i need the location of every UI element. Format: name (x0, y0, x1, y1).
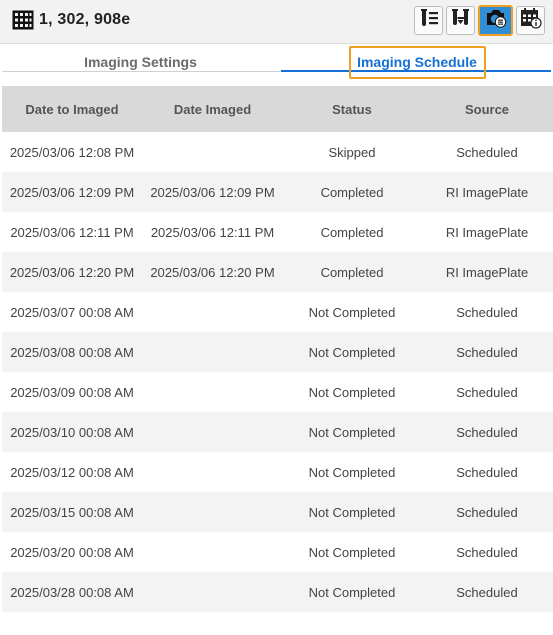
cell-status: Not Completed (308, 384, 396, 400)
plate-title: 1, 302, 908e (39, 11, 131, 28)
cell-status: Completed (320, 184, 384, 200)
calendar-info-icon (520, 7, 542, 34)
cell-date-to-imaged: 2025/03/09 00:08 AM (10, 384, 134, 400)
plate-grid-icon (12, 10, 34, 30)
cell-date-to-imaged: 2025/03/15 00:08 AM (10, 504, 134, 520)
table-row[interactable]: 2025/03/06 12:11 PM 2025/03/06 12:11 PM Co… (2, 212, 553, 252)
cell-status: Not Completed (308, 304, 396, 320)
table-row[interactable]: 2025/03/06 12:09 PM 2025/03/06 12:09 PM Co… (2, 172, 553, 212)
plate-header: 1, 302, 908e (0, 0, 553, 44)
calendar-info-button[interactable] (516, 6, 545, 35)
cell-source: Scheduled (456, 464, 518, 480)
table-row[interactable]: 2025/03/08 00:08 AM Not Completed Schedule… (2, 332, 553, 372)
cell-status: Completed (320, 224, 384, 240)
table-header: Date to Imaged Date Imaged Status Source (2, 86, 553, 132)
list-tube-icon (418, 7, 440, 34)
cell-date-to-imaged: 2025/03/28 00:08 AM (10, 584, 134, 600)
cell-source: Scheduled (456, 344, 518, 360)
cell-date-to-imaged: 2025/03/10 00:08 AM (10, 424, 134, 440)
cell-date-to-imaged: 2025/03/06 12:11 PM (10, 224, 134, 240)
cell-status: Completed (320, 264, 384, 280)
cell-date-to-imaged: 2025/03/06 12:20 PM (9, 264, 135, 280)
table-body: 2025/03/06 12:08 PM Skipped Scheduled 2025/… (2, 132, 553, 612)
table-row[interactable]: 2025/03/07 00:08 AM Not Completed Schedule… (2, 292, 553, 332)
cell-source: RI ImagePlate (445, 184, 529, 200)
table-row[interactable]: 2025/03/06 12:08 PM Skipped Scheduled (2, 132, 553, 172)
cell-source: Scheduled (456, 424, 518, 440)
list-tube-button[interactable] (414, 6, 443, 35)
cell-source: Scheduled (456, 584, 518, 600)
cell-status: Not Completed (308, 464, 396, 480)
column-header-source[interactable]: Source (421, 102, 553, 117)
column-header-date-to-imaged[interactable]: Date to Imaged (2, 102, 142, 117)
column-header-date-imaged[interactable]: Date Imaged (142, 102, 283, 117)
cell-date-to-imaged: 2025/03/20 00:08 AM (10, 544, 134, 560)
cell-date-to-imaged: 2025/03/06 12:08 PM (9, 144, 135, 160)
cell-source: RI ImagePlate (445, 224, 529, 240)
cell-date-imaged: 2025/03/06 12:20 PM (150, 264, 275, 280)
camera-list-icon (485, 8, 507, 33)
tubes-icon (450, 7, 472, 34)
cell-date-to-imaged: 2025/03/08 00:08 AM (10, 344, 134, 360)
cell-date-to-imaged: 2025/03/12 00:08 AM (10, 464, 134, 480)
cell-source: Scheduled (456, 144, 518, 160)
cell-date-imaged: 2025/03/06 12:11 PM (150, 224, 275, 240)
table-row[interactable]: 2025/03/20 00:08 AM Not Completed Schedule… (2, 532, 553, 572)
cell-date-to-imaged: 2025/03/07 00:08 AM (10, 304, 134, 320)
cell-source: RI ImagePlate (445, 264, 529, 280)
table-row[interactable]: 2025/03/28 00:08 AM Not Completed Schedule… (2, 572, 553, 612)
cell-date-imaged: 2025/03/06 12:09 PM (150, 184, 275, 200)
cell-status: Skipped (328, 144, 376, 160)
cell-source: Scheduled (456, 544, 518, 560)
cell-source: Scheduled (456, 504, 518, 520)
table-row[interactable]: 2025/03/12 00:08 AM Not Completed Schedule… (2, 452, 553, 492)
cell-status: Not Completed (308, 504, 396, 520)
cell-status: Not Completed (308, 424, 396, 440)
column-header-status[interactable]: Status (283, 102, 421, 117)
cell-status: Not Completed (308, 344, 396, 360)
cell-date-to-imaged: 2025/03/06 12:09 PM (9, 184, 135, 200)
table-row[interactable]: 2025/03/10 00:08 AM Not Completed Schedule… (2, 412, 553, 452)
plate-identifier: 1, 302, 908e (12, 9, 130, 31)
tubes-button[interactable] (446, 6, 475, 35)
cell-source: Scheduled (456, 304, 518, 320)
imaging-schedule-button[interactable] (478, 5, 513, 36)
imaging-schedule-table: Date to Imaged Date Imaged Status Source… (2, 86, 553, 612)
table-row[interactable]: 2025/03/15 00:08 AM Not Completed Schedule… (2, 492, 553, 532)
tab-divider (2, 71, 281, 72)
table-row[interactable]: 2025/03/06 12:20 PM 2025/03/06 12:20 PM Co… (2, 252, 553, 292)
cell-status: Not Completed (308, 544, 396, 560)
table-row[interactable]: 2025/03/09 00:08 AM Not Completed Schedule… (2, 372, 553, 412)
tab-focus-ring (349, 46, 486, 79)
cell-source: Scheduled (456, 384, 518, 400)
cell-status: Not Completed (308, 584, 396, 600)
